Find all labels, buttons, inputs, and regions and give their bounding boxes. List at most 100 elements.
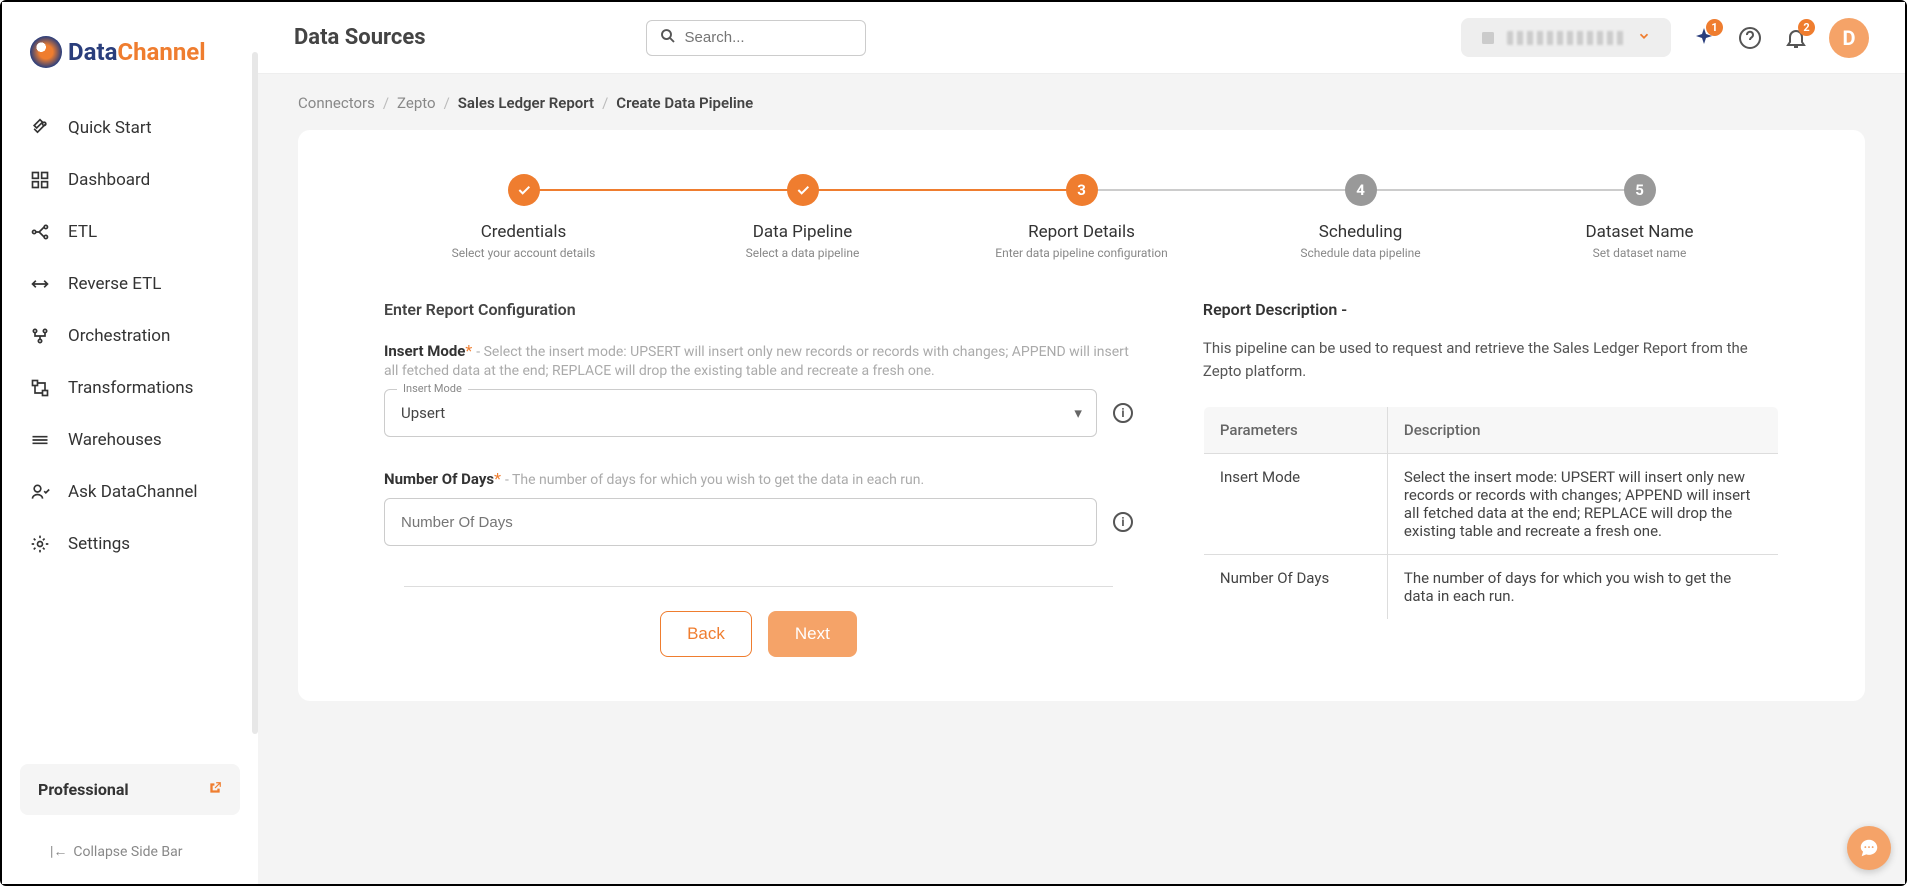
step-scheduling[interactable]: 4 Scheduling Schedule data pipeline <box>1221 174 1500 260</box>
step-subtitle: Enter data pipeline configuration <box>942 246 1221 260</box>
info-icon[interactable]: i <box>1113 403 1133 423</box>
sparkle-badge: 1 <box>1706 19 1723 36</box>
field-number-of-days: Number Of Days* - The number of days for… <box>384 469 1133 546</box>
collapse-label: Collapse Side Bar <box>73 844 182 860</box>
logo[interactable]: DataChannel <box>2 2 258 98</box>
sidebar-item-label: Quick Start <box>68 118 152 138</box>
form-left: Enter Report Configuration Insert Mode* … <box>384 300 1133 657</box>
breadcrumb-item: Create Data Pipeline <box>616 94 753 112</box>
number-of-days-input[interactable] <box>401 514 1080 531</box>
step-title: Report Details <box>942 222 1221 242</box>
sidebar-scrollbar[interactable] <box>252 52 258 734</box>
breadcrumb-item[interactable]: Zepto <box>397 94 436 112</box>
search-input-wrap[interactable] <box>646 20 866 56</box>
sidebar-item-ask[interactable]: Ask DataChannel <box>16 466 244 518</box>
parameters-table: Parameters Description Insert Mode Selec… <box>1203 406 1779 620</box>
step-credentials[interactable]: Credentials Select your account details <box>384 174 663 260</box>
step-data-pipeline[interactable]: Data Pipeline Select a data pipeline <box>663 174 942 260</box>
sidebar-item-warehouses[interactable]: Warehouses <box>16 414 244 466</box>
breadcrumb-item[interactable]: Connectors <box>298 94 375 112</box>
select-value: Upsert <box>401 404 445 422</box>
flow-icon <box>30 222 50 242</box>
avatar[interactable]: D <box>1829 18 1869 58</box>
sidebar-item-label: Transformations <box>68 378 193 398</box>
search-input[interactable] <box>685 29 853 46</box>
table-header: Parameters <box>1203 407 1387 454</box>
main: Data Sources 1 <box>258 2 1905 884</box>
workspace-selector[interactable] <box>1461 18 1671 57</box>
gear-icon <box>30 534 50 554</box>
logo-mark-icon <box>30 36 62 68</box>
ask-icon <box>30 482 50 502</box>
notifications-button[interactable]: 2 <box>1783 25 1809 51</box>
required-indicator: * <box>494 469 501 488</box>
required-indicator: * <box>465 341 472 360</box>
transform-icon <box>30 378 50 398</box>
sidebar-item-dashboard[interactable]: Dashboard <box>16 154 244 206</box>
stepper: Credentials Select your account details … <box>384 174 1779 260</box>
back-button[interactable]: Back <box>660 611 752 657</box>
step-title: Dataset Name <box>1500 222 1779 242</box>
logo-text: DataChannel <box>68 38 206 66</box>
notifications-badge: 2 <box>1798 19 1815 36</box>
sidebar-item-reverse-etl[interactable]: Reverse ETL <box>16 258 244 310</box>
field-label: Insert Mode <box>384 342 465 360</box>
field-description: - Select the insert mode: UPSERT will in… <box>384 344 1129 379</box>
sidebar-item-label: Warehouses <box>68 430 162 450</box>
chevron-down-icon: ▾ <box>1074 404 1082 422</box>
insert-mode-select[interactable]: Insert Mode Upsert ▾ <box>384 389 1097 437</box>
topbar: Data Sources 1 <box>258 2 1905 74</box>
sidebar-item-label: ETL <box>68 222 97 242</box>
step-number: 4 <box>1345 174 1377 206</box>
next-button[interactable]: Next <box>768 611 857 657</box>
report-description-title: Report Description - <box>1203 300 1779 319</box>
help-button[interactable] <box>1737 25 1763 51</box>
float-label: Insert Mode <box>397 382 468 395</box>
step-title: Scheduling <box>1221 222 1500 242</box>
step-subtitle: Select your account details <box>384 246 663 260</box>
chat-button[interactable] <box>1847 826 1891 870</box>
reverse-icon <box>30 274 50 294</box>
step-dataset-name[interactable]: 5 Dataset Name Set dataset name <box>1500 174 1779 260</box>
field-label: Number Of Days <box>384 470 494 488</box>
orch-icon <box>30 326 50 346</box>
rocket-icon <box>30 118 50 138</box>
sidebar-item-label: Dashboard <box>68 170 150 190</box>
sidebar-item-label: Orchestration <box>68 326 170 346</box>
workspace-name-redacted <box>1507 31 1627 45</box>
card: Credentials Select your account details … <box>298 130 1865 701</box>
section-heading: Enter Report Configuration <box>384 300 1133 319</box>
table-cell: The number of days for which you wish to… <box>1387 555 1778 620</box>
info-icon[interactable]: i <box>1113 512 1133 532</box>
workspace-icon <box>1479 29 1497 47</box>
sidebar-item-settings[interactable]: Settings <box>16 518 244 570</box>
step-subtitle: Set dataset name <box>1500 246 1779 260</box>
sidebar-item-label: Reverse ETL <box>68 274 161 294</box>
step-subtitle: Schedule data pipeline <box>1221 246 1500 260</box>
check-icon <box>508 174 540 206</box>
breadcrumb-item[interactable]: Sales Ledger Report <box>458 94 594 112</box>
sidebar-item-etl[interactable]: ETL <box>16 206 244 258</box>
sidebar-item-transformations[interactable]: Transformations <box>16 362 244 414</box>
sidebar-item-label: Ask DataChannel <box>68 482 198 502</box>
sparkle-button[interactable]: 1 <box>1691 25 1717 51</box>
table-cell: Insert Mode <box>1203 454 1387 555</box>
sidebar-item-quick-start[interactable]: Quick Start <box>16 102 244 154</box>
collapse-sidebar-button[interactable]: |← Collapse Side Bar <box>2 827 258 884</box>
table-header: Description <box>1387 407 1778 454</box>
content: Connectors / Zepto / Sales Ledger Report… <box>258 74 1905 884</box>
report-description-text: This pipeline can be used to request and… <box>1203 337 1779 382</box>
sidebar-item-label: Settings <box>68 534 130 554</box>
search-icon <box>659 27 677 49</box>
step-title: Credentials <box>384 222 663 242</box>
step-number: 5 <box>1624 174 1656 206</box>
report-description-panel: Report Description - This pipeline can b… <box>1203 300 1779 657</box>
warehouse-icon <box>30 430 50 450</box>
sidebar-nav: Quick Start Dashboard ETL Reverse ETL Or… <box>2 98 258 752</box>
sidebar-item-orchestration[interactable]: Orchestration <box>16 310 244 362</box>
plan-badge[interactable]: Professional <box>20 764 240 815</box>
field-insert-mode: Insert Mode* - Select the insert mode: U… <box>384 341 1133 437</box>
page-title: Data Sources <box>294 25 426 50</box>
step-report-details[interactable]: 3 Report Details Enter data pipeline con… <box>942 174 1221 260</box>
divider <box>404 586 1113 587</box>
